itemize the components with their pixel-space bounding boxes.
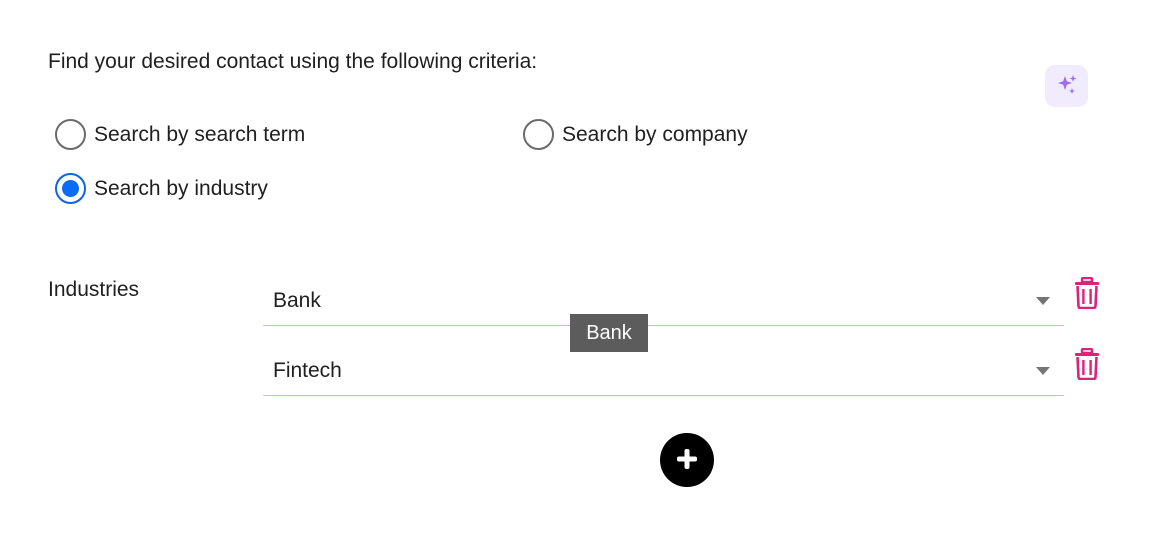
select-value: Fintech [273, 359, 342, 382]
radio-circle[interactable] [55, 119, 86, 150]
sparkles-icon [1055, 73, 1079, 100]
radio-search-by-term[interactable]: Search by search term [55, 119, 305, 150]
radio-label: Search by search term [94, 122, 306, 146]
select-value: Bank [273, 289, 321, 312]
add-industry-button[interactable] [660, 433, 714, 487]
intro-text: Find your desired contact using the foll… [48, 50, 538, 73]
plus-icon [674, 446, 700, 475]
delete-industry-button-2[interactable] [1071, 347, 1103, 383]
trash-icon [1074, 347, 1100, 383]
radio-label: Search by industry [94, 176, 268, 200]
industries-label: Industries [48, 278, 140, 301]
ai-assist-button[interactable] [1045, 65, 1088, 107]
delete-industry-button-1[interactable] [1071, 276, 1103, 312]
radio-search-by-company[interactable]: Search by company [523, 119, 748, 150]
dropdown-caret-icon [1036, 297, 1050, 305]
contact-search-panel: Find your desired contact using the foll… [0, 0, 1160, 540]
radio-label: Search by company [562, 122, 748, 146]
trash-icon [1074, 276, 1100, 312]
industry-select-2[interactable]: Fintech [263, 348, 1064, 396]
radio-circle[interactable] [55, 173, 86, 204]
radio-circle[interactable] [523, 119, 554, 150]
industry-select-1[interactable]: Bank [263, 278, 1064, 326]
select-value-tooltip: Bank [570, 314, 648, 352]
dropdown-caret-icon [1036, 367, 1050, 375]
radio-search-by-industry[interactable]: Search by industry [55, 173, 268, 204]
